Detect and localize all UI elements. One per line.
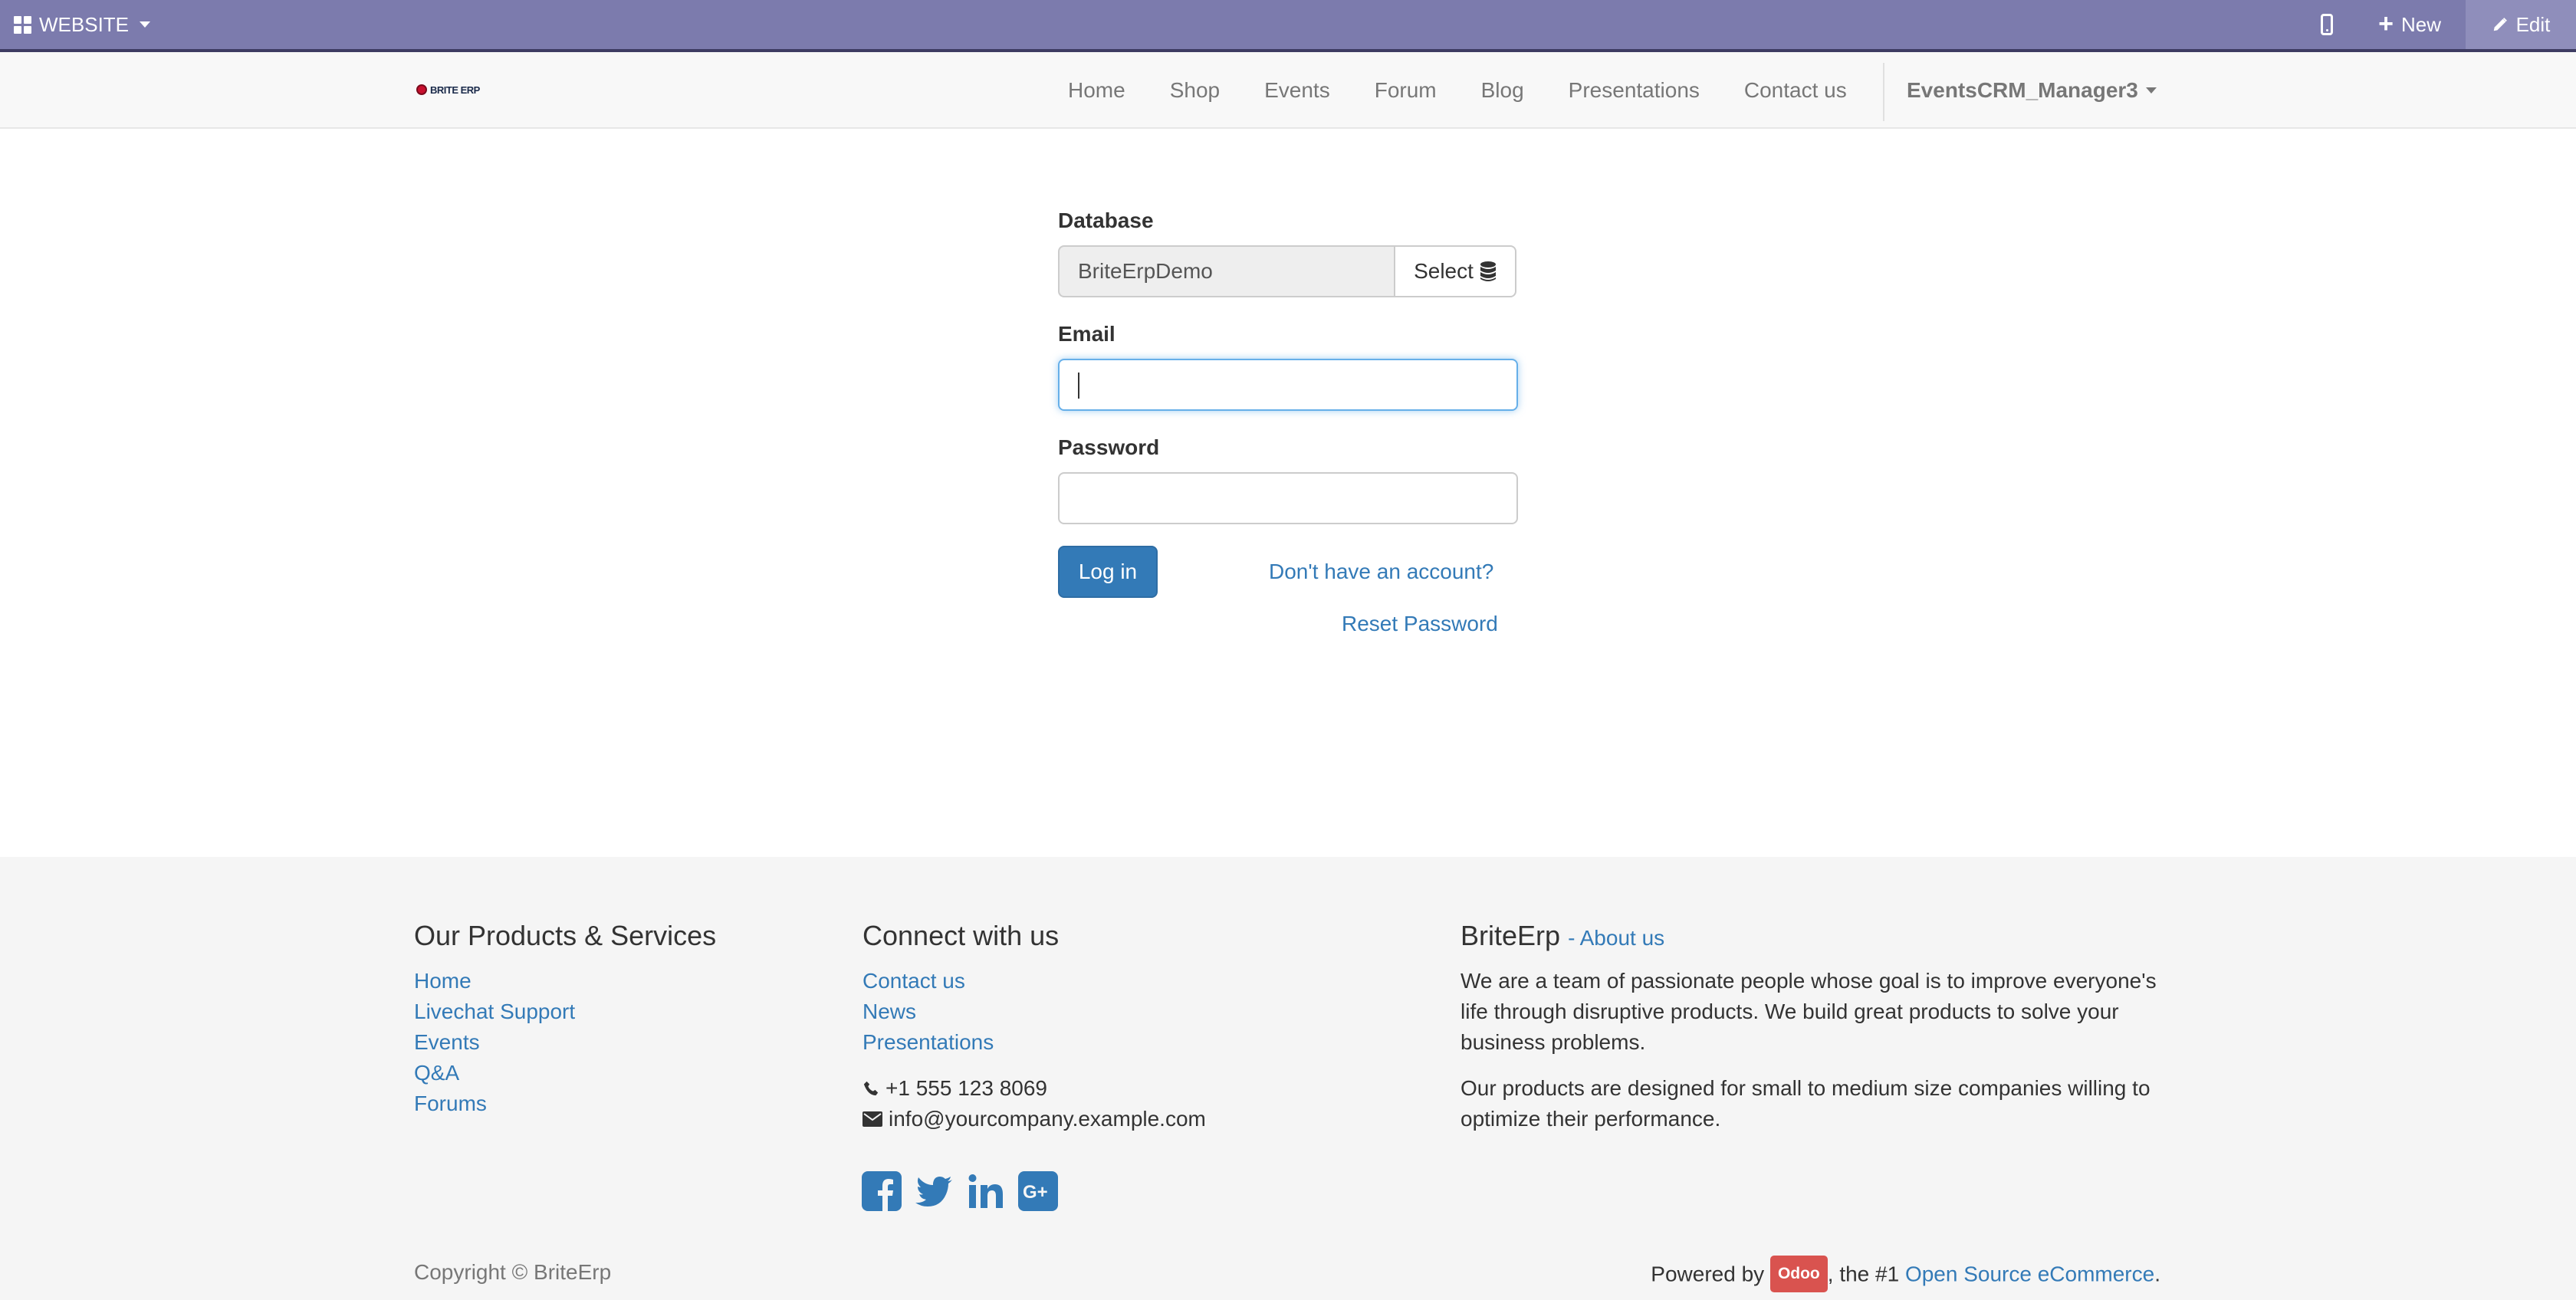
nav-item-shop[interactable]: Shop (1148, 52, 1242, 129)
nav-item-forum[interactable]: Forum (1352, 52, 1459, 129)
select-database-button[interactable]: Select (1394, 245, 1516, 297)
user-name: EventsCRM_Manager3 (1907, 78, 2138, 102)
about-p1-line: business problems. (1460, 1030, 1646, 1054)
login-button[interactable]: Log in (1058, 546, 1158, 598)
connect-heading: Connect with us (863, 920, 1060, 951)
about-paragraph-1: We are a team of passionate people whose… (1460, 966, 2181, 1058)
google-plus-icon[interactable]: G+ (1018, 1171, 1058, 1211)
nav-item-home[interactable]: Home (1046, 52, 1148, 129)
nav-divider (1883, 63, 1884, 121)
about-heading: BriteErp - About us (1460, 920, 1664, 952)
footer-link-livechat-support[interactable]: Livechat Support (414, 1000, 575, 1024)
password-label: Password (1058, 435, 1160, 459)
site-logo[interactable]: BRITE ERP (416, 81, 480, 98)
plus-icon: + (2378, 8, 2394, 38)
edit-button-label: Edit (2515, 12, 2551, 36)
footer-link-presentations[interactable]: Presentations (863, 1030, 994, 1055)
about-title: BriteErp (1460, 920, 1561, 951)
footer-link-news[interactable]: News (863, 1000, 916, 1024)
phone-icon (863, 1081, 879, 1096)
new-button-label: New (2400, 12, 2441, 36)
logo-wordmark: BRITE ERP (430, 84, 480, 96)
database-field: BriteErpDemo (1058, 245, 1394, 297)
email-label: Email (1058, 322, 1116, 346)
logo-mark-icon (416, 84, 427, 95)
apps-grid-icon (14, 15, 31, 34)
envelope-icon (863, 1111, 882, 1127)
powered-by-label: Powered by (1651, 1262, 1765, 1286)
social-links: G+ (862, 1171, 1058, 1211)
caret-down-icon (2145, 87, 2157, 94)
about-p1-line: life through disruptive products. We bui… (1460, 1000, 2119, 1023)
mobile-preview-button[interactable] (2300, 0, 2354, 49)
select-button-label: Select (1414, 259, 1474, 283)
admin-bar: WEBSITE + New Edit (0, 0, 2576, 52)
mobile-phone-icon (2321, 14, 2334, 35)
open-source-ecommerce-link[interactable]: Open Source eCommerce (1905, 1262, 2154, 1285)
footer-link-contact-us[interactable]: Contact us (863, 969, 965, 993)
website-menu[interactable]: WEBSITE (14, 0, 151, 49)
nav-item-blog[interactable]: Blog (1459, 52, 1546, 129)
edit-button[interactable]: Edit (2466, 0, 2576, 49)
email-field[interactable] (1058, 359, 1518, 411)
contact-phone: +1 555 123 8069 (863, 1073, 1047, 1104)
database-label: Database (1058, 208, 1154, 232)
linkedin-icon[interactable] (966, 1171, 1006, 1211)
user-menu[interactable]: EventsCRM_Manager3 (1907, 52, 2157, 129)
site-footer (0, 857, 2576, 1300)
footer-link-qa[interactable]: Q&A (414, 1061, 459, 1085)
caret-down-icon (140, 21, 151, 28)
about-p2-line: Our products are designed for small to m… (1460, 1076, 2150, 1100)
nav-item-presentations[interactable]: Presentations (1546, 52, 1722, 129)
phone-number: +1 555 123 8069 (886, 1076, 1047, 1100)
facebook-icon[interactable] (862, 1171, 902, 1211)
nav-item-events[interactable]: Events (1242, 52, 1352, 129)
footer-link-forums[interactable]: Forums (414, 1092, 487, 1116)
footer-link-events[interactable]: Events (414, 1030, 480, 1055)
footer-link-home[interactable]: Home (414, 969, 472, 993)
pencil-icon (2493, 18, 2507, 31)
powered-by: Powered by Odoo, the #1 Open Source eCom… (1651, 1256, 2160, 1294)
about-p1-line: We are a team of passionate people whose… (1460, 969, 2157, 993)
powered-by-end: . (2154, 1262, 2160, 1286)
about-us-link[interactable]: - About us (1568, 926, 1664, 950)
odoo-badge[interactable]: Odoo (1769, 1256, 1828, 1292)
password-field[interactable] (1058, 472, 1518, 524)
new-button[interactable]: + New (2354, 0, 2466, 49)
database-icon (1480, 261, 1496, 281)
text-cursor (1078, 373, 1079, 399)
main-nav: Home Shop Events Forum Blog Presentation… (1046, 52, 1869, 129)
signup-link[interactable]: Don't have an account? (1269, 560, 1493, 584)
email-address: info@yourcompany.example.com (889, 1107, 1206, 1131)
database-selector: BriteErpDemo Select (1058, 245, 1516, 297)
nav-item-contact-us[interactable]: Contact us (1722, 52, 1869, 129)
powered-by-mid: , the #1 (1827, 1262, 1900, 1286)
twitter-icon[interactable] (914, 1171, 954, 1211)
copyright: Copyright © BriteErp (414, 1260, 612, 1284)
svg-text:G+: G+ (1023, 1182, 1048, 1203)
about-paragraph-2: Our products are designed for small to m… (1460, 1073, 2181, 1134)
reset-password-link[interactable]: Reset Password (1342, 612, 1498, 636)
about-p2-line: optimize their performance. (1460, 1107, 1721, 1131)
contact-email: info@yourcompany.example.com (863, 1104, 1206, 1134)
products-heading: Our Products & Services (414, 920, 717, 951)
website-menu-label: WEBSITE (39, 12, 130, 36)
